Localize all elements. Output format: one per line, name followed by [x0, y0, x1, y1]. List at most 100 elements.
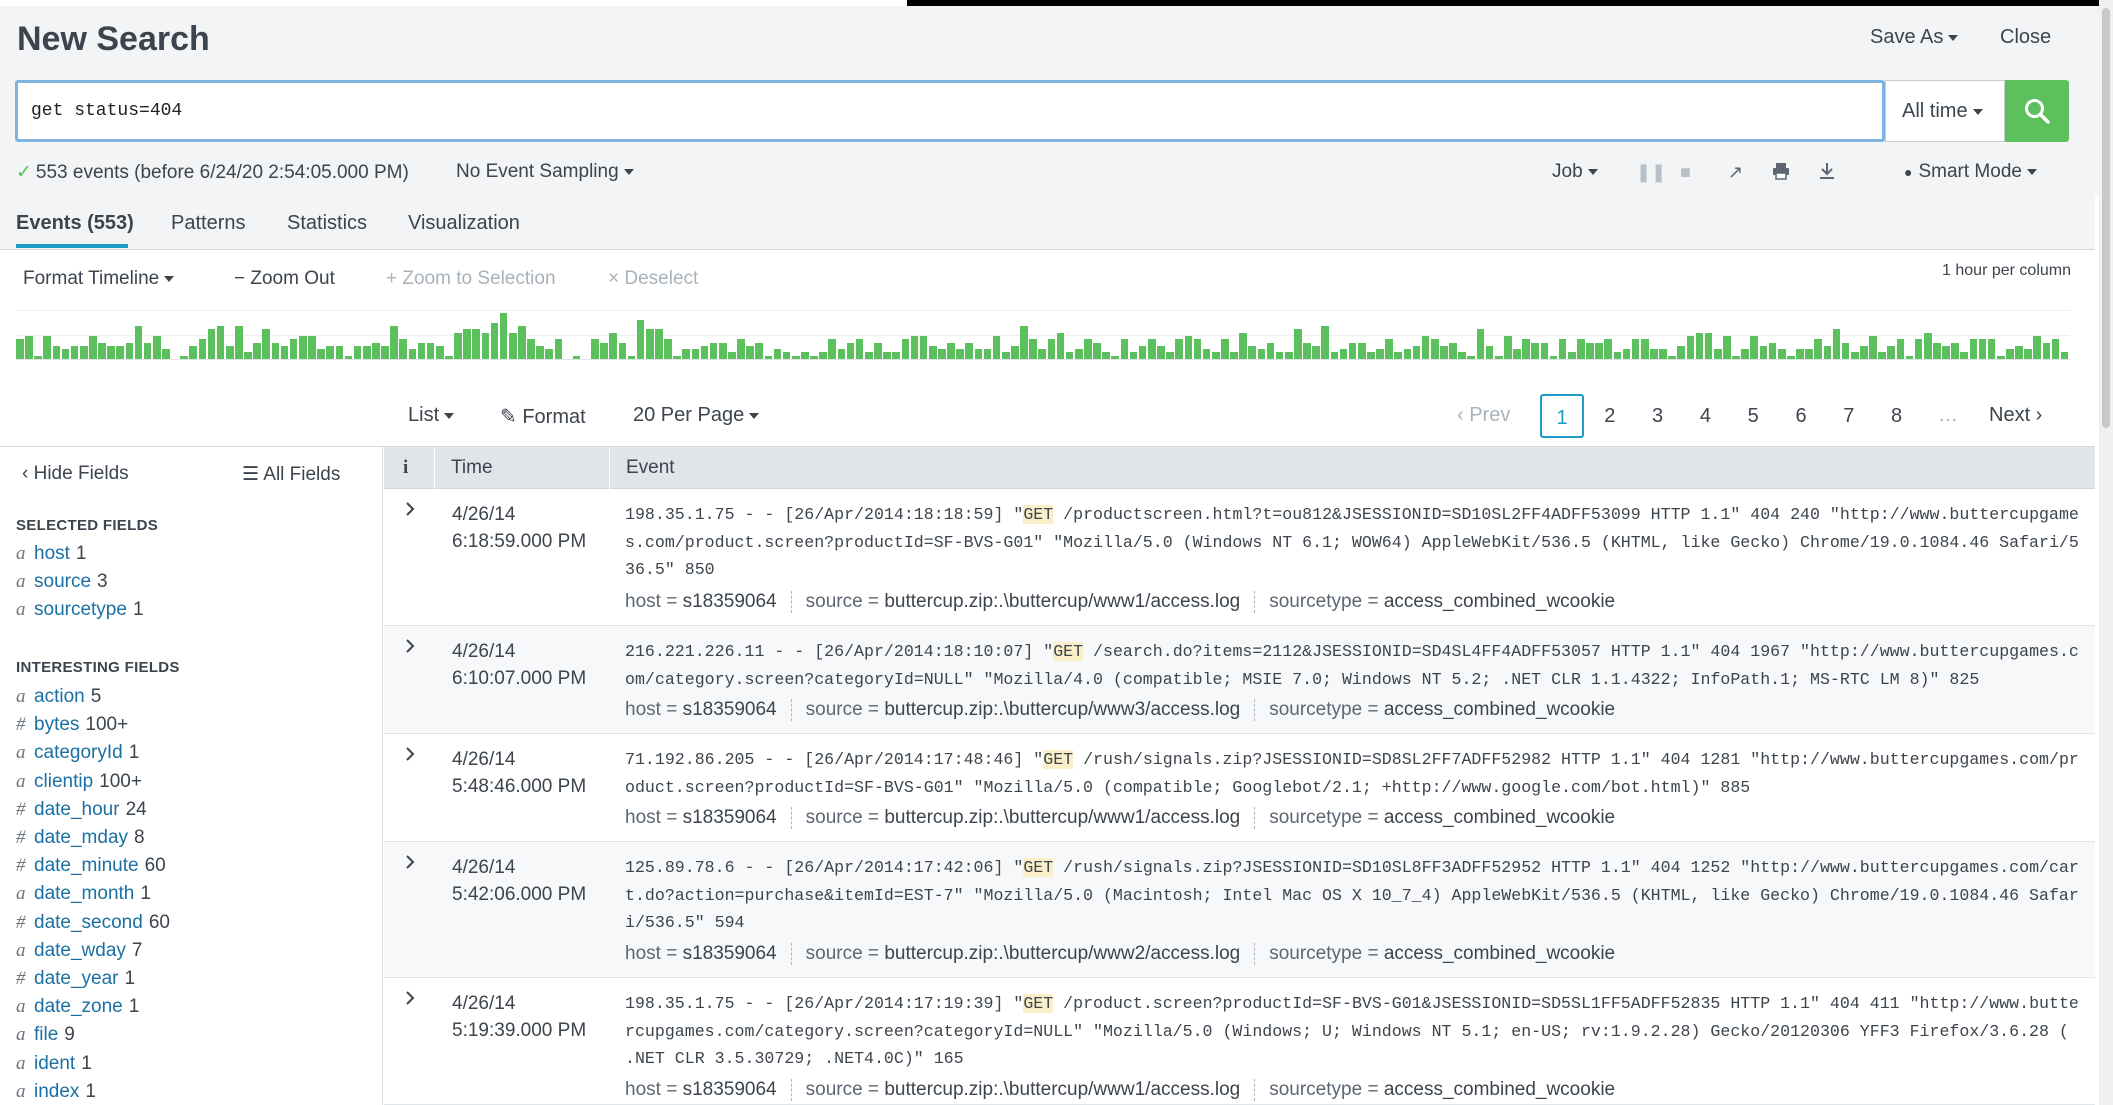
timeline-bar[interactable]	[1869, 336, 1877, 359]
timeline-bar[interactable]	[883, 352, 891, 359]
sourcetype-value[interactable]: access_combined_wcookie	[1384, 591, 1615, 612]
timeline-bar[interactable]	[16, 339, 24, 359]
field-name[interactable]: ident	[34, 1053, 75, 1074]
timeline-bar[interactable]	[682, 349, 691, 359]
source-value[interactable]: buttercup.zip:.\buttercup/www1/access.lo…	[884, 591, 1240, 612]
timeline-bar[interactable]	[591, 339, 599, 359]
search-term-highlight[interactable]: GET	[1023, 994, 1054, 1013]
timeline-bar[interactable]	[2060, 352, 2069, 359]
timeline-bar[interactable]	[1467, 356, 1476, 359]
timeline-bar[interactable]	[463, 329, 471, 359]
tab-visualization[interactable]: Visualization	[408, 212, 520, 235]
timeline-bar[interactable]	[225, 346, 234, 359]
timeline-bar[interactable]	[253, 343, 261, 359]
timeline-bar[interactable]	[983, 349, 992, 359]
timeline-bar[interactable]	[1239, 333, 1247, 359]
event-raw-text[interactable]: 216.221.226.11 - - [26/Apr/2014:18:10:07…	[625, 638, 2080, 693]
timeline-bar[interactable]	[1595, 343, 1603, 359]
sourcetype-value[interactable]: access_combined_wcookie	[1384, 699, 1615, 720]
timeline-bar[interactable]	[1558, 339, 1567, 359]
timeline-bar[interactable]	[572, 356, 581, 359]
page-1-button[interactable]: 1	[1540, 394, 1584, 438]
timeline-bar[interactable]	[326, 346, 334, 359]
timeline-bar[interactable]	[1577, 339, 1585, 359]
timeline-bar[interactable]	[1138, 346, 1147, 359]
timeline-bar[interactable]	[1038, 349, 1047, 359]
field-name[interactable]: date_zone	[34, 996, 123, 1017]
search-input[interactable]: get status=404	[15, 80, 1885, 142]
field-name[interactable]: date_month	[34, 883, 134, 904]
field-categoryId[interactable]: a categoryId 1	[16, 739, 139, 767]
field-name[interactable]: file	[34, 1024, 58, 1045]
field-ident[interactable]: a ident 1	[16, 1050, 92, 1078]
timeline-bar[interactable]	[828, 339, 837, 359]
timeline-bar[interactable]	[1248, 346, 1257, 359]
stop-icon[interactable]: ■	[1680, 162, 1691, 183]
deselect-button[interactable]: × Deselect	[608, 268, 698, 290]
timeline-bar[interactable]	[947, 343, 955, 359]
timeline-bar[interactable]	[737, 339, 745, 359]
event-time[interactable]: 4/26/14 6:10:07.000 PM	[452, 638, 612, 692]
host-value[interactable]: s18359064	[683, 699, 777, 720]
timeline-bar[interactable]	[1476, 329, 1485, 359]
timeline-bar[interactable]	[1996, 356, 2005, 359]
timeline-bar[interactable]	[244, 352, 252, 359]
pause-icon[interactable]: ❚❚	[1636, 162, 1666, 183]
field-name[interactable]: bytes	[34, 714, 79, 735]
timeline-bar[interactable]	[1275, 352, 1284, 359]
scrollbar-thumb[interactable]	[2102, 8, 2110, 428]
timeline-bar[interactable]	[728, 352, 736, 359]
page-6-button[interactable]: 6	[1779, 394, 1823, 438]
timeline-bar[interactable]	[1759, 346, 1768, 359]
timeline-bar[interactable]	[938, 349, 946, 359]
timeline-bar[interactable]	[1202, 349, 1211, 359]
timeline-bar[interactable]	[773, 349, 782, 359]
prev-page-button[interactable]: ‹ Prev	[1457, 404, 1510, 427]
timeline-bar[interactable]	[353, 346, 362, 359]
timeline-bar[interactable]	[1823, 346, 1832, 359]
timeline-bar[interactable]	[34, 356, 42, 359]
timeline-bar[interactable]	[782, 352, 791, 359]
timeline-bar[interactable]	[1942, 346, 1950, 359]
timeline-bar[interactable]	[1513, 349, 1521, 359]
timeline-bar[interactable]	[1787, 356, 1795, 359]
timeline-bar[interactable]	[1175, 339, 1183, 359]
timeline-bar[interactable]	[1933, 343, 1941, 359]
view-list-menu[interactable]: List	[408, 404, 455, 427]
zoom-to-selection-button[interactable]: + Zoom to Selection	[386, 268, 556, 290]
timeline-bar[interactable]	[1093, 343, 1101, 359]
timeline-bar[interactable]	[846, 343, 855, 359]
timeline-bar[interactable]	[1586, 343, 1594, 359]
time-column-header[interactable]: Time	[451, 457, 493, 479]
timeline-bar[interactable]	[499, 313, 508, 359]
timeline-bar[interactable]	[1969, 339, 1978, 359]
timeline-bar[interactable]	[308, 336, 316, 359]
event-time[interactable]: 4/26/14 5:19:39.000 PM	[452, 990, 612, 1044]
timeline-bar[interactable]	[974, 349, 983, 359]
field-name[interactable]: date_hour	[34, 799, 120, 820]
field-date_second[interactable]: # date_second 60	[16, 909, 170, 937]
field-name[interactable]: host	[34, 543, 70, 564]
page-5-button[interactable]: 5	[1731, 394, 1775, 438]
field-date_year[interactable]: # date_year 1	[16, 965, 135, 993]
field-name[interactable]: date_second	[34, 912, 143, 933]
timeline-bar[interactable]	[180, 356, 188, 359]
timeline-bar[interactable]	[508, 333, 517, 359]
timeline-bar[interactable]	[874, 343, 882, 359]
timeline-bar[interactable]	[1001, 352, 1010, 359]
timeline-bar[interactable]	[1056, 333, 1065, 359]
timeline-bar[interactable]	[1531, 343, 1540, 359]
timeline-bar[interactable]	[1860, 346, 1868, 359]
timeline-bar[interactable]	[454, 333, 462, 359]
field-date_hour[interactable]: # date_hour 24	[16, 796, 147, 824]
time-range-picker[interactable]: All time	[1885, 80, 2005, 142]
timeline-bar[interactable]	[956, 349, 964, 359]
timeline-bar[interactable]	[554, 339, 563, 359]
timeline-bar[interactable]	[746, 346, 754, 359]
timeline-bar[interactable]	[107, 346, 115, 359]
field-name[interactable]: source	[34, 571, 91, 592]
search-button[interactable]	[2005, 80, 2069, 142]
timeline-bar[interactable]	[691, 349, 700, 359]
timeline-bar[interactable]	[1622, 349, 1631, 359]
timeline-bar[interactable]	[1084, 339, 1092, 359]
